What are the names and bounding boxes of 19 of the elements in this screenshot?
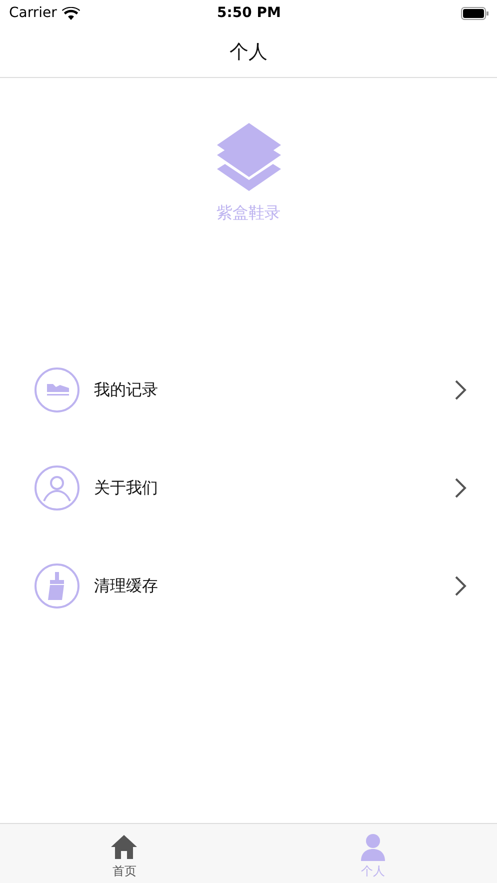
tab[interactable]: 首页 <box>0 824 248 883</box>
clock: 5:50 PM <box>217 5 281 21</box>
person-icon <box>34 465 80 511</box>
menu-item[interactable]: 我的记录 <box>94 380 441 400</box>
layers-icon <box>216 123 280 191</box>
brush-icon <box>34 563 80 609</box>
shoe-icon <box>34 367 80 413</box>
chevron-icon <box>455 380 467 400</box>
menu-item[interactable]: 清理缓存 <box>94 576 441 596</box>
page-title: 个人 <box>230 40 268 64</box>
app-name: 紫盒鞋录 <box>216 203 280 224</box>
wifi-icon <box>62 6 80 20</box>
person-icon <box>358 833 387 861</box>
carrier-label: Carrier <box>9 5 57 21</box>
chevron-icon <box>455 478 467 498</box>
chevron-icon <box>455 576 467 596</box>
battery-icon <box>460 6 489 20</box>
menu-item[interactable]: 关于我们 <box>94 478 441 498</box>
home-icon <box>110 833 138 861</box>
